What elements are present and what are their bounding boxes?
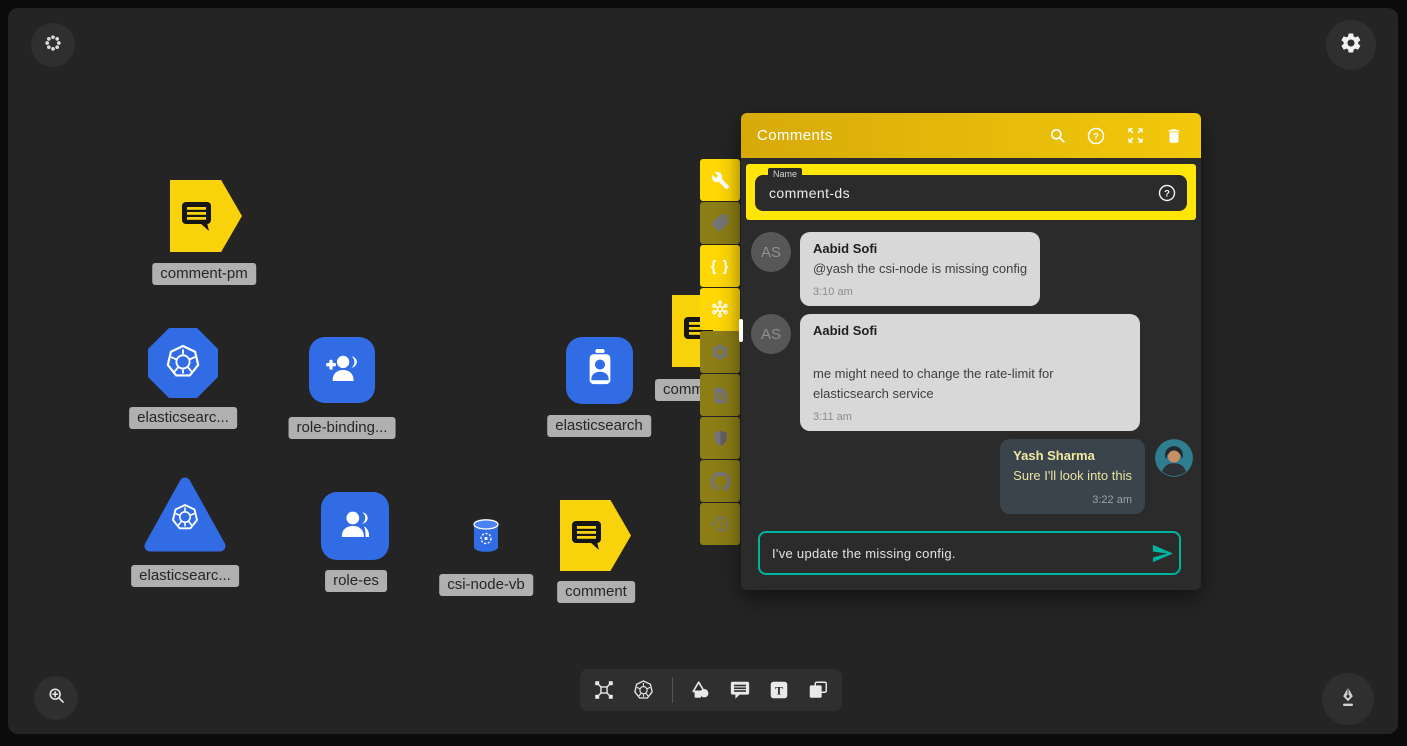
gear-icon	[1339, 31, 1363, 60]
text-tool-button[interactable]: T	[768, 679, 790, 701]
panel-resize-handle[interactable]	[739, 319, 743, 342]
tool-mesh[interactable]	[700, 288, 740, 330]
field-help-icon[interactable]: ?	[1157, 183, 1177, 208]
node-csi-node-vb[interactable]	[470, 518, 502, 554]
shield-icon	[711, 429, 730, 448]
side-toolbar: { }	[700, 159, 740, 546]
gear-icon	[710, 342, 730, 362]
node-label: elasticsearc...	[131, 565, 239, 587]
message-text: Sure I'll look into this	[1013, 466, 1132, 486]
avatar: AS	[751, 232, 791, 272]
app-window: comment-pm elasticsearc...	[0, 0, 1407, 746]
history-icon	[710, 514, 730, 534]
send-button[interactable]	[1145, 542, 1179, 565]
message-list[interactable]: AS Aabid Sofi @yash the csi-node is miss…	[741, 224, 1201, 523]
panel-title: Comments	[757, 127, 833, 144]
image-tool-button[interactable]	[807, 679, 829, 701]
app-logo-button[interactable]	[31, 23, 75, 67]
toolbar-divider	[672, 677, 673, 703]
node-label: elasticsearch	[547, 415, 651, 437]
node-label: comment	[557, 581, 635, 603]
comments-panel: Comments ? Name ?	[741, 113, 1201, 590]
node-elasticsearch[interactable]	[566, 337, 633, 404]
message-author: Aabid Sofi	[813, 323, 1127, 338]
node-elasticsearch-tri[interactable]	[142, 474, 228, 558]
message-text: me might need to change the rate-limit f…	[813, 364, 1127, 404]
node-role-binding[interactable]	[309, 337, 375, 403]
shapes-tool-button[interactable]	[690, 679, 712, 701]
message-row: AS Aabid Sofi @yash the csi-node is miss…	[751, 232, 1193, 306]
message-text: @yash the csi-node is missing config	[813, 259, 1027, 279]
comment-composer	[758, 531, 1181, 575]
svg-text:T: T	[775, 684, 783, 698]
pen-tool-button[interactable]	[1322, 673, 1374, 725]
message-row: Yash Sharma Sure I'll look into this 3:2…	[751, 439, 1193, 513]
pen-nib-icon	[1336, 685, 1360, 714]
tool-security[interactable]	[700, 417, 740, 459]
tool-tags[interactable]	[700, 202, 740, 244]
schema-tool-button[interactable]	[593, 679, 615, 701]
message-bubble: Aabid Sofi @yash the csi-node is missing…	[800, 232, 1040, 306]
tool-inspect[interactable]	[700, 374, 740, 416]
hub-icon	[709, 298, 731, 320]
comment-tool-button[interactable]	[729, 679, 751, 701]
kubernetes-triangle-icon	[142, 545, 228, 562]
delete-icon[interactable]	[1163, 125, 1185, 147]
doc-search-icon	[711, 386, 730, 405]
tag-icon	[710, 213, 730, 233]
bottom-toolbar: T	[580, 669, 842, 711]
github-icon	[710, 471, 731, 492]
service-account-icon	[577, 345, 623, 396]
tool-json[interactable]: { }	[700, 245, 740, 287]
node-label: elasticsearc...	[129, 407, 237, 429]
node-label: role-binding...	[289, 417, 396, 439]
tool-settings[interactable]	[700, 331, 740, 373]
name-field-wrapper: Name ?	[746, 164, 1196, 220]
message-bubble: Aabid Sofi me might need to change the r…	[800, 314, 1140, 431]
svg-text:?: ?	[1093, 131, 1099, 142]
role-icon	[333, 502, 377, 551]
zoom-in-icon	[46, 685, 67, 711]
avatar-photo	[1155, 439, 1193, 477]
node-role-es[interactable]	[321, 492, 389, 560]
wrench-icon	[711, 171, 730, 190]
role-binding-icon	[320, 346, 364, 395]
meshery-logo-icon	[43, 33, 63, 58]
zoom-button[interactable]	[34, 676, 78, 720]
comments-panel-header[interactable]: Comments ?	[741, 113, 1201, 158]
message-author: Yash Sharma	[1013, 448, 1132, 463]
message-time: 3:10 am	[813, 286, 1027, 298]
kubernetes-tool-button[interactable]	[632, 679, 655, 702]
node-label: csi-node-vb	[439, 574, 533, 596]
node-label: role-es	[325, 570, 387, 592]
expand-icon[interactable]	[1124, 125, 1146, 147]
message-row: AS Aabid Sofi me might need to change th…	[751, 314, 1193, 431]
message-author: Aabid Sofi	[813, 241, 1027, 256]
storage-cylinder-icon	[470, 541, 502, 558]
message-time: 3:22 am	[1013, 494, 1132, 506]
comment-input[interactable]	[760, 546, 1145, 561]
settings-button[interactable]	[1326, 20, 1376, 70]
svg-text:?: ?	[1164, 189, 1170, 200]
help-icon[interactable]: ?	[1085, 125, 1107, 147]
message-bubble: Yash Sharma Sure I'll look into this 3:2…	[1000, 439, 1145, 513]
node-label: comment-pm	[152, 263, 256, 285]
tool-github[interactable]	[700, 460, 740, 502]
name-field-label: Name	[768, 168, 802, 180]
message-time: 3:11 am	[813, 411, 1127, 423]
search-icon[interactable]	[1046, 125, 1068, 147]
tool-configure[interactable]	[700, 159, 740, 201]
avatar: AS	[751, 314, 791, 354]
name-input[interactable]	[755, 185, 1187, 201]
node-elasticsearch-ns[interactable]	[148, 328, 218, 398]
tool-history[interactable]	[700, 503, 740, 545]
braces-icon: { }	[711, 258, 730, 275]
